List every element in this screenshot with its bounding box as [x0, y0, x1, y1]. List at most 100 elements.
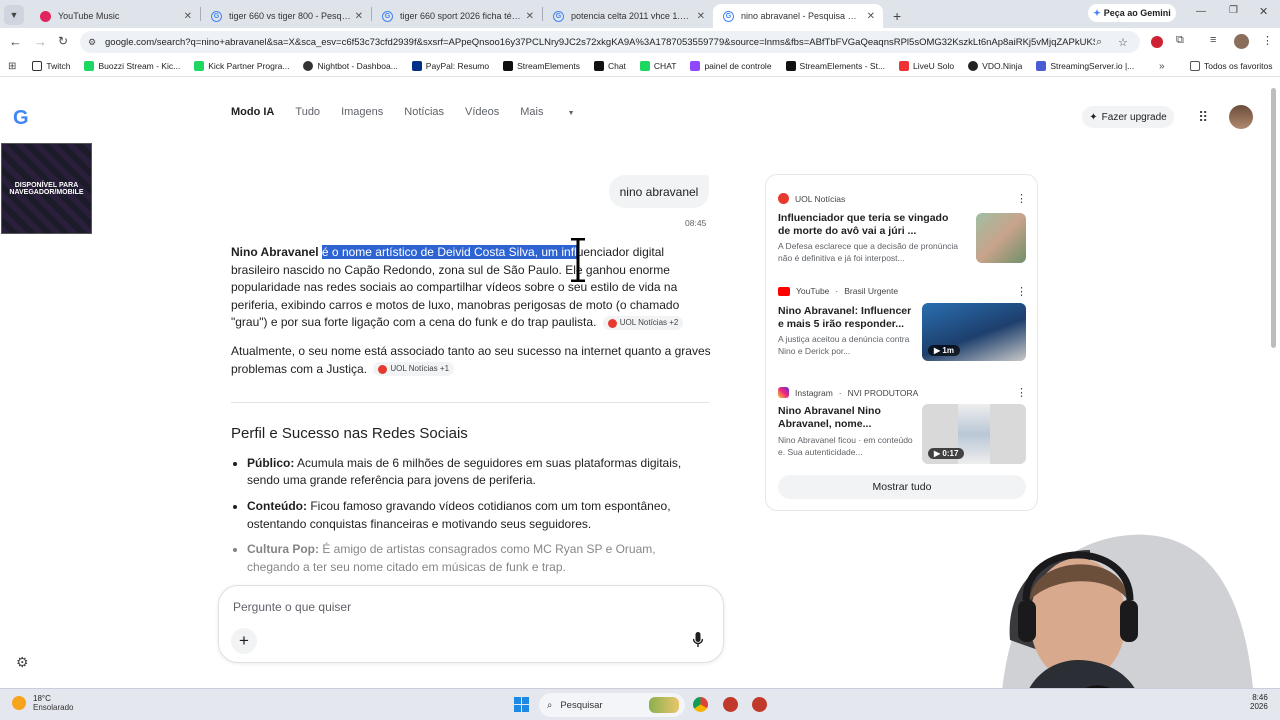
new-tab-icon[interactable]: +	[893, 8, 901, 24]
minimize-icon[interactable]: —	[1196, 6, 1206, 17]
search-icon: ⌕	[547, 699, 553, 711]
video-duration: ▶ 1m	[928, 345, 960, 356]
app-taskbar-icon[interactable]	[752, 697, 767, 712]
citation-label: UOL Notícias +2	[619, 318, 679, 328]
ask-box[interactable]: Pergunte o que quiser +	[218, 585, 724, 663]
page-scrollbar[interactable]	[1271, 88, 1276, 348]
zoom-icon[interactable]: ⌕	[1096, 36, 1102, 49]
bookmarks-bar: ⊞ Twitch Buozzi Stream - Kic... Kick Par…	[0, 56, 1280, 77]
bullet-list: Público: Acumula mais de 6 milhões de se…	[231, 455, 711, 577]
more-bookmarks-icon[interactable]: »	[1159, 61, 1165, 72]
account-avatar[interactable]	[1229, 105, 1253, 129]
chrome-taskbar-icon[interactable]	[693, 697, 708, 712]
close-icon[interactable]: ✕	[867, 11, 875, 22]
sparkle-icon: ✦	[1089, 111, 1098, 123]
settings-gear-icon[interactable]: ⚙	[16, 654, 29, 671]
taskbar-search[interactable]: ⌕ Pesquisar	[539, 693, 685, 717]
more-options-icon[interactable]: ⋮	[1016, 192, 1027, 205]
reload-icon[interactable]: ↻	[58, 34, 68, 48]
all-bookmarks[interactable]: Todos os favoritos	[1190, 61, 1273, 71]
google-apps-icon[interactable]: ⠿	[1198, 109, 1208, 126]
profile-avatar[interactable]	[1234, 34, 1249, 49]
upgrade-button[interactable]: ✦ Fazer upgrade	[1082, 106, 1174, 128]
add-button[interactable]: +	[231, 628, 257, 654]
close-icon[interactable]: ✕	[184, 11, 192, 22]
menu-dots-icon[interactable]: ⋮	[1262, 34, 1273, 47]
streamingserver-icon	[1036, 61, 1047, 71]
uol-icon	[607, 318, 617, 328]
tab-potencia-celta[interactable]: G potencia celta 2011 vhce 1.0 - Pes ✕	[543, 4, 713, 28]
citation-chip[interactable]: UOL Notícias +1	[373, 362, 455, 377]
list-item: Cultura Pop: É amigo de artistas consagr…	[247, 541, 711, 576]
bookmark-streamelements-st[interactable]: StreamElements - St...	[785, 61, 885, 71]
tab-imagens[interactable]: Imagens	[341, 106, 383, 118]
back-icon[interactable]: ←	[9, 34, 22, 49]
tab-videos[interactable]: Vídeos	[465, 106, 499, 118]
media-controls-icon[interactable]: ≡	[1210, 34, 1216, 46]
bookmark-nightbot[interactable]: Nightbot - Dashboa...	[303, 61, 398, 71]
query-text: nino abravanel	[619, 184, 699, 199]
show-all-button[interactable]: Mostrar tudo	[778, 475, 1026, 499]
extensions-puzzle-icon[interactable]: ⧉	[1176, 34, 1184, 47]
google-icon: G	[211, 10, 222, 22]
apps-grid-icon[interactable]: ⊞	[8, 61, 16, 72]
tab-tudo[interactable]: Tudo	[295, 106, 320, 118]
list-item: Conteúdo: Ficou famoso gravando vídeos c…	[247, 498, 711, 533]
tab-noticias[interactable]: Notícias	[404, 106, 444, 118]
weather-widget[interactable]: 18°C Ensolarado	[12, 694, 73, 712]
kick-icon	[194, 61, 205, 71]
close-icon[interactable]: ✕	[355, 11, 363, 22]
bookmark-chat-kick[interactable]: CHAT	[639, 61, 677, 71]
selected-text[interactable]: é o nome artístico de Deivid Costa Silva…	[321, 245, 577, 259]
bookmark-label: VDO.Ninja	[982, 61, 1023, 71]
separator-dot: ·	[838, 387, 842, 398]
close-icon[interactable]: ✕	[697, 11, 705, 22]
tab-modo-ia[interactable]: Modo IA	[231, 106, 274, 118]
more-options-icon[interactable]: ⋮	[1016, 386, 1027, 399]
tab-tiger-660-sport[interactable]: G tiger 660 sport 2026 ficha técnica ✕	[372, 4, 542, 28]
tab-list-chevron-icon[interactable]: ▼	[4, 5, 24, 25]
tab-title: potencia celta 2011 vhce 1.0 - Pes	[571, 11, 693, 21]
bookmark-paypal[interactable]: PayPal: Resumo	[411, 61, 489, 71]
close-icon[interactable]: ✕	[526, 11, 534, 22]
windows-start-icon[interactable]	[514, 697, 529, 712]
bookmark-streamingserver[interactable]: StreamingServer.io |...	[1036, 61, 1134, 71]
bookmark-star-icon[interactable]: ☆	[1118, 36, 1128, 49]
app-taskbar-icon[interactable]	[723, 697, 738, 712]
extension-lastpass-icon[interactable]	[1151, 36, 1163, 48]
bookmark-kick-partner[interactable]: Kick Partner Progra...	[194, 61, 289, 71]
bookmark-label: CHAT	[653, 61, 677, 71]
video-thumbnail[interactable]: ▶ 1m	[922, 303, 1026, 361]
tab-mais[interactable]: Mais ▼	[520, 106, 595, 118]
video-thumbnail[interactable]: ▶ 0:17	[922, 404, 1026, 464]
bookmark-twitch[interactable]: Twitch	[32, 61, 70, 71]
address-bar[interactable]: ⚙ google.com/search?q=nino+abravanel&sa=…	[80, 31, 1140, 53]
source-description: A justiça aceitou a denúncia contra Nino…	[778, 334, 910, 356]
bookmark-painel[interactable]: painel de controle	[690, 61, 772, 71]
bookmark-streamelements[interactable]: StreamElements	[503, 61, 580, 71]
microphone-icon[interactable]	[692, 632, 704, 648]
tab-tiger-660-vs-800[interactable]: G tiger 660 vs tiger 800 - Pesquisa ✕	[201, 4, 371, 28]
bookmark-vdo-ninja[interactable]: VDO.Ninja	[968, 61, 1022, 71]
window-close-icon[interactable]: ✕	[1259, 5, 1268, 18]
bullet-label: Cultura Pop:	[247, 542, 319, 557]
clock[interactable]: 8:46 2026	[1250, 693, 1268, 711]
tab-nino-abravanel[interactable]: G nino abravanel - Pesquisa Google ✕	[713, 4, 883, 28]
folder-icon	[1190, 61, 1200, 71]
uol-icon	[378, 364, 388, 374]
more-options-icon[interactable]: ⋮	[1016, 285, 1027, 298]
ask-input[interactable]: Pergunte o que quiser	[233, 600, 351, 614]
bookmark-buozzi[interactable]: Buozzi Stream - Kic...	[84, 61, 180, 71]
maximize-icon[interactable]: ❐	[1229, 5, 1238, 16]
instagram-icon	[778, 387, 789, 398]
google-logo[interactable]: G	[13, 107, 29, 130]
site-info-icon[interactable]: ⚙	[88, 37, 96, 48]
bookmark-chat[interactable]: Chat	[593, 61, 626, 71]
bullet-text: Ficou famoso gravando vídeos cotidianos …	[247, 498, 671, 531]
source-header: UOL Notícias	[778, 193, 845, 204]
tab-youtube-music[interactable]: YouTube Music ✕	[30, 4, 200, 28]
bookmark-liveu[interactable]: LiveU Solo	[899, 61, 954, 71]
citation-chip[interactable]: UOL Notícias +2	[602, 316, 684, 331]
gemini-button[interactable]: ✦ Peça ao Gemini	[1088, 4, 1176, 22]
forward-icon[interactable]: →	[34, 34, 47, 49]
